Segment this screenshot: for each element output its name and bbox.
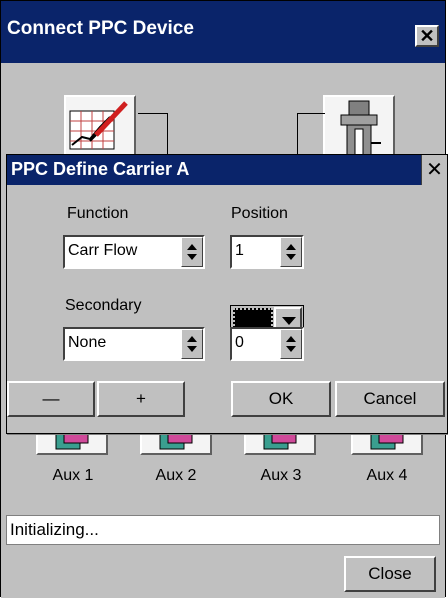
aux-2-label: Aux 2 [155, 467, 197, 484]
main-window-title: Connect PPC Device [7, 18, 194, 39]
function-select[interactable]: Carr Flow [63, 235, 205, 269]
aux-1-label: Aux 1 [52, 467, 94, 484]
aux-4-label: Aux 4 [366, 467, 408, 484]
aux-3-label: Aux 3 [260, 467, 302, 484]
position-label: Position [231, 205, 288, 222]
secondary-spinner-arrows-icon[interactable] [181, 329, 203, 359]
dialog-body: Function Position Carr Flow 1 Secondary … [7, 185, 447, 435]
close-button[interactable]: Close [344, 556, 436, 592]
main-titlebar: Connect PPC Device ✕ [1, 1, 445, 63]
main-close-icon[interactable]: ✕ [415, 25, 439, 47]
position2-spinner-arrows-icon[interactable] [280, 329, 302, 359]
function-spinner-arrows-icon[interactable] [181, 237, 203, 267]
secondary-label: Secondary [65, 297, 142, 314]
function-label: Function [67, 205, 129, 222]
right-connector-line [297, 113, 325, 157]
secondary-value: None [68, 334, 107, 351]
plus-button[interactable]: + [97, 381, 185, 417]
define-carrier-dialog: PPC Define Carrier A ✕ Function Position… [6, 154, 448, 434]
position2-select[interactable]: 0 [230, 327, 304, 361]
status-bar: Initializing... [6, 515, 440, 545]
position-spinner-arrows-icon[interactable] [280, 237, 302, 267]
dialog-close-icon[interactable]: ✕ [421, 155, 447, 185]
minus-button[interactable]: — [7, 381, 95, 417]
secondary-select[interactable]: None [63, 327, 205, 361]
position2-value: 0 [235, 334, 244, 351]
position-value: 1 [235, 242, 244, 259]
cancel-button[interactable]: Cancel [335, 381, 445, 417]
ok-button[interactable]: OK [231, 381, 331, 417]
dialog-title: PPC Define Carrier A [11, 159, 190, 179]
left-connector-line [138, 113, 168, 157]
position-select[interactable]: 1 [230, 235, 304, 269]
function-value: Carr Flow [68, 242, 138, 259]
dialog-titlebar: PPC Define Carrier A ✕ [7, 155, 447, 185]
